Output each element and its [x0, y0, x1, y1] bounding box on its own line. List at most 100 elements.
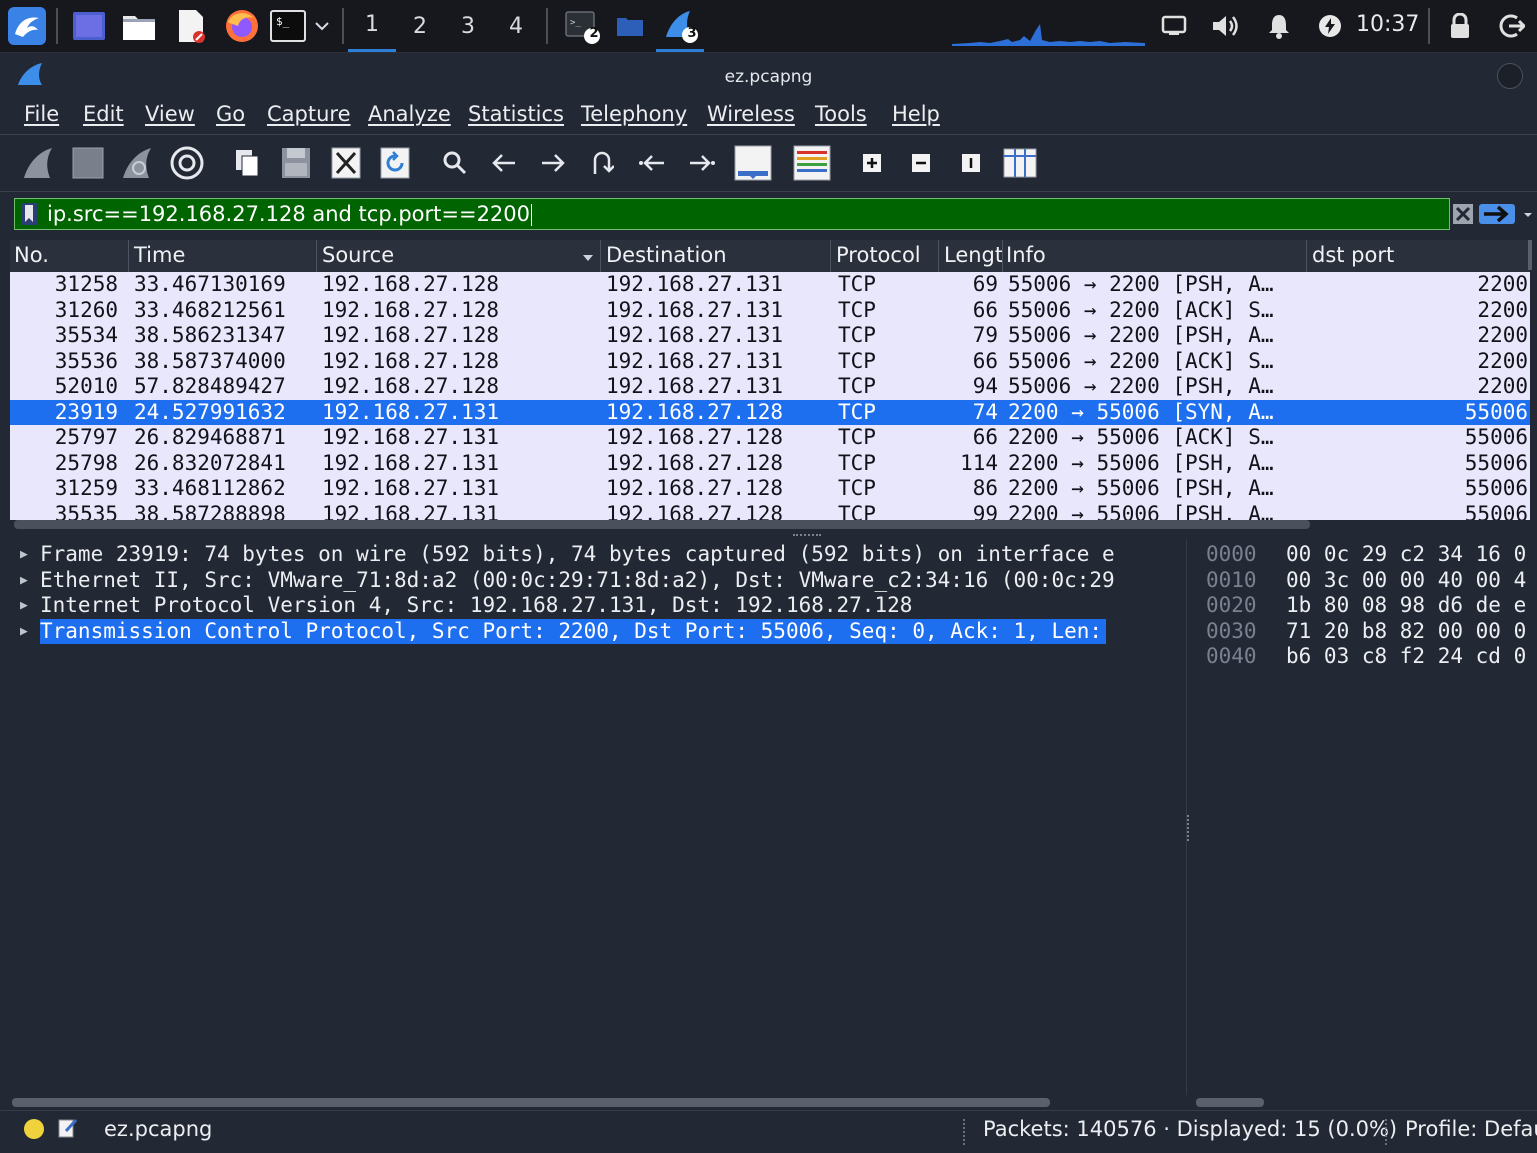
- menu-statistics[interactable]: Statistics: [468, 102, 564, 126]
- menu-capture[interactable]: Capture: [267, 102, 351, 126]
- workspace-3[interactable]: 3: [444, 0, 492, 52]
- workspace-1[interactable]: 1: [348, 0, 396, 52]
- menu-view[interactable]: View: [145, 102, 195, 126]
- close-file-icon[interactable]: [326, 143, 366, 183]
- column-header-dst-port[interactable]: dst port: [1312, 243, 1394, 267]
- save-file-icon[interactable]: [276, 143, 316, 183]
- bytes-hex[interactable]: b6 03 c8 f2 24 cd 0: [1286, 644, 1526, 669]
- packet-row[interactable]: 25798 26.832072841 192.168.27.131 192.168.2…: [10, 450, 1530, 476]
- autoscroll-icon[interactable]: [731, 143, 775, 183]
- detail-tree-item[interactable]: ▶ Transmission Control Protocol, Src Port…: [10, 618, 1182, 644]
- file-manager-icon[interactable]: [118, 0, 160, 52]
- packet-list[interactable]: No. Time Source Destination Protocol Len…: [10, 240, 1532, 529]
- zoom-out-icon[interactable]: [901, 143, 941, 183]
- bytes-hscroll[interactable]: [1196, 1098, 1264, 1107]
- first-packet-icon[interactable]: [632, 143, 672, 183]
- column-header-time[interactable]: Time: [134, 243, 185, 267]
- menu-telephony[interactable]: Telephony: [581, 102, 687, 126]
- window-titlebar[interactable]: ez.pcapng: [0, 53, 1537, 99]
- reload-file-icon[interactable]: [375, 143, 415, 183]
- packet-row[interactable]: 52010 57.828489427 192.168.27.128 192.168.2…: [10, 374, 1530, 400]
- detail-tree-item[interactable]: ▶ Frame 23919: 74 bytes on wire (592 bits…: [10, 542, 1182, 567]
- restart-capture-icon[interactable]: [117, 143, 157, 183]
- column-header-no[interactable]: No.: [14, 243, 49, 267]
- menu-edit[interactable]: Edit: [83, 102, 124, 126]
- logout-icon[interactable]: [1494, 0, 1530, 52]
- packet-row[interactable]: 35535 38.587288898 192.168.27.131 192.168.2…: [10, 501, 1530, 520]
- start-capture-icon[interactable]: [18, 143, 58, 183]
- expand-arrow-icon[interactable]: ▶: [20, 568, 28, 593]
- open-file-icon[interactable]: [227, 143, 267, 183]
- workspace-4[interactable]: 4: [492, 0, 540, 52]
- last-packet-icon[interactable]: [682, 143, 722, 183]
- column-header-source[interactable]: Source: [322, 243, 394, 267]
- packet-row[interactable]: 25797 26.829468871 192.168.27.131 192.168.2…: [10, 425, 1530, 451]
- display-filter-bar[interactable]: ip.src==192.168.27.128 and tcp.port==220…: [14, 198, 1450, 230]
- packet-row[interactable]: 35536 38.587374000 192.168.27.128 192.168.2…: [10, 348, 1530, 374]
- find-packet-search-icon[interactable]: [435, 143, 475, 183]
- packet-bytes[interactable]: 0000 00 0c 29 c2 34 16 0 0010 00 3c 00 00 4…: [1194, 540, 1537, 1095]
- bytes-hex[interactable]: 71 20 b8 82 00 00 0: [1286, 619, 1526, 644]
- packet-row[interactable]: 31259 33.468112862 192.168.27.131 192.168.2…: [10, 476, 1530, 502]
- bookmark-icon[interactable]: [21, 203, 37, 229]
- kali-dragon-icon[interactable]: [4, 0, 50, 52]
- menu-help[interactable]: Help: [892, 102, 940, 126]
- lock-icon[interactable]: [1442, 0, 1478, 52]
- filter-history-chevron-down-icon[interactable]: [1522, 206, 1534, 225]
- bytes-hex[interactable]: 00 0c 29 c2 34 16 0: [1286, 542, 1526, 567]
- go-forward-arrow-icon[interactable]: [533, 143, 573, 183]
- column-header-destination[interactable]: Destination: [606, 243, 727, 267]
- volume-icon[interactable]: [1208, 0, 1244, 52]
- status-profile[interactable]: Profile: Defau: [1405, 1117, 1537, 1141]
- firefox-icon[interactable]: [220, 0, 264, 52]
- details-hscroll[interactable]: [12, 1098, 1050, 1107]
- capture-comment-icon[interactable]: [58, 1117, 78, 1143]
- expand-arrow-icon[interactable]: ▶: [20, 619, 28, 644]
- column-header-length[interactable]: Lengt: [944, 243, 1003, 267]
- terminal-window-button[interactable]: >_ 2: [560, 0, 604, 52]
- normal-size-icon[interactable]: [951, 143, 991, 183]
- display-icon[interactable]: [1156, 0, 1192, 52]
- packet-list-hscroll[interactable]: [14, 520, 1310, 529]
- zoom-in-icon[interactable]: [852, 143, 892, 183]
- bell-icon[interactable]: [1262, 0, 1296, 52]
- go-to-packet-icon[interactable]: [582, 143, 622, 183]
- packet-details[interactable]: ▶ Frame 23919: 74 bytes on wire (592 bits…: [10, 540, 1182, 1095]
- menu-file[interactable]: File: [24, 102, 59, 126]
- workspace-2[interactable]: 2: [396, 0, 444, 52]
- menu-tools[interactable]: Tools: [815, 102, 867, 126]
- clear-filter-icon[interactable]: [1452, 203, 1474, 229]
- power-icon[interactable]: [1314, 0, 1346, 52]
- folder-window-button[interactable]: [610, 0, 650, 52]
- display-filter-input[interactable]: ip.src==192.168.27.128 and tcp.port==220…: [47, 202, 533, 226]
- column-header-protocol[interactable]: Protocol: [836, 243, 921, 267]
- text-editor-icon[interactable]: [170, 0, 212, 52]
- menu-go[interactable]: Go: [216, 102, 245, 126]
- menu-wireless[interactable]: Wireless: [707, 102, 795, 126]
- packet-row[interactable]: 35534 38.586231347 192.168.27.128 192.168.2…: [10, 323, 1530, 349]
- clock[interactable]: 10:37: [1356, 12, 1419, 37]
- chevron-down-icon[interactable]: [310, 0, 334, 52]
- wireshark-window-button[interactable]: 3: [656, 0, 704, 52]
- packet-list-vscroll[interactable]: [1528, 240, 1532, 270]
- packet-row[interactable]: 23919 24.527991632 192.168.27.131 192.168.2…: [10, 399, 1530, 425]
- vertical-splitter-handle[interactable]: [1187, 815, 1192, 841]
- show-desktop-icon[interactable]: [68, 0, 110, 52]
- window-close-button[interactable]: [1497, 63, 1523, 89]
- go-back-arrow-icon[interactable]: [484, 143, 524, 183]
- apply-filter-icon[interactable]: [1478, 203, 1516, 229]
- detail-tree-item[interactable]: ▶ Ethernet II, Src: VMware_71:8d:a2 (00:0…: [10, 568, 1182, 593]
- resize-columns-icon[interactable]: [1000, 143, 1040, 183]
- column-header-info[interactable]: Info: [1006, 243, 1046, 267]
- packet-row[interactable]: 31260 33.468212561 192.168.27.128 192.168.2…: [10, 297, 1530, 323]
- expert-info-indicator-icon[interactable]: [24, 1119, 44, 1139]
- colorize-icon[interactable]: [790, 143, 834, 183]
- bytes-hex[interactable]: 1b 80 08 98 d6 de e: [1286, 593, 1526, 618]
- expand-arrow-icon[interactable]: ▶: [20, 542, 28, 567]
- detail-tree-item[interactable]: ▶ Internet Protocol Version 4, Src: 192.1…: [10, 593, 1182, 618]
- bytes-hex[interactable]: 00 3c 00 00 40 00 4: [1286, 568, 1526, 593]
- terminal-icon[interactable]: $_: [268, 0, 308, 52]
- menu-analyze[interactable]: Analyze: [368, 102, 451, 126]
- expand-arrow-icon[interactable]: ▶: [20, 593, 28, 618]
- packet-row[interactable]: 31258 33.467130169 192.168.27.128 192.168.2…: [10, 272, 1530, 298]
